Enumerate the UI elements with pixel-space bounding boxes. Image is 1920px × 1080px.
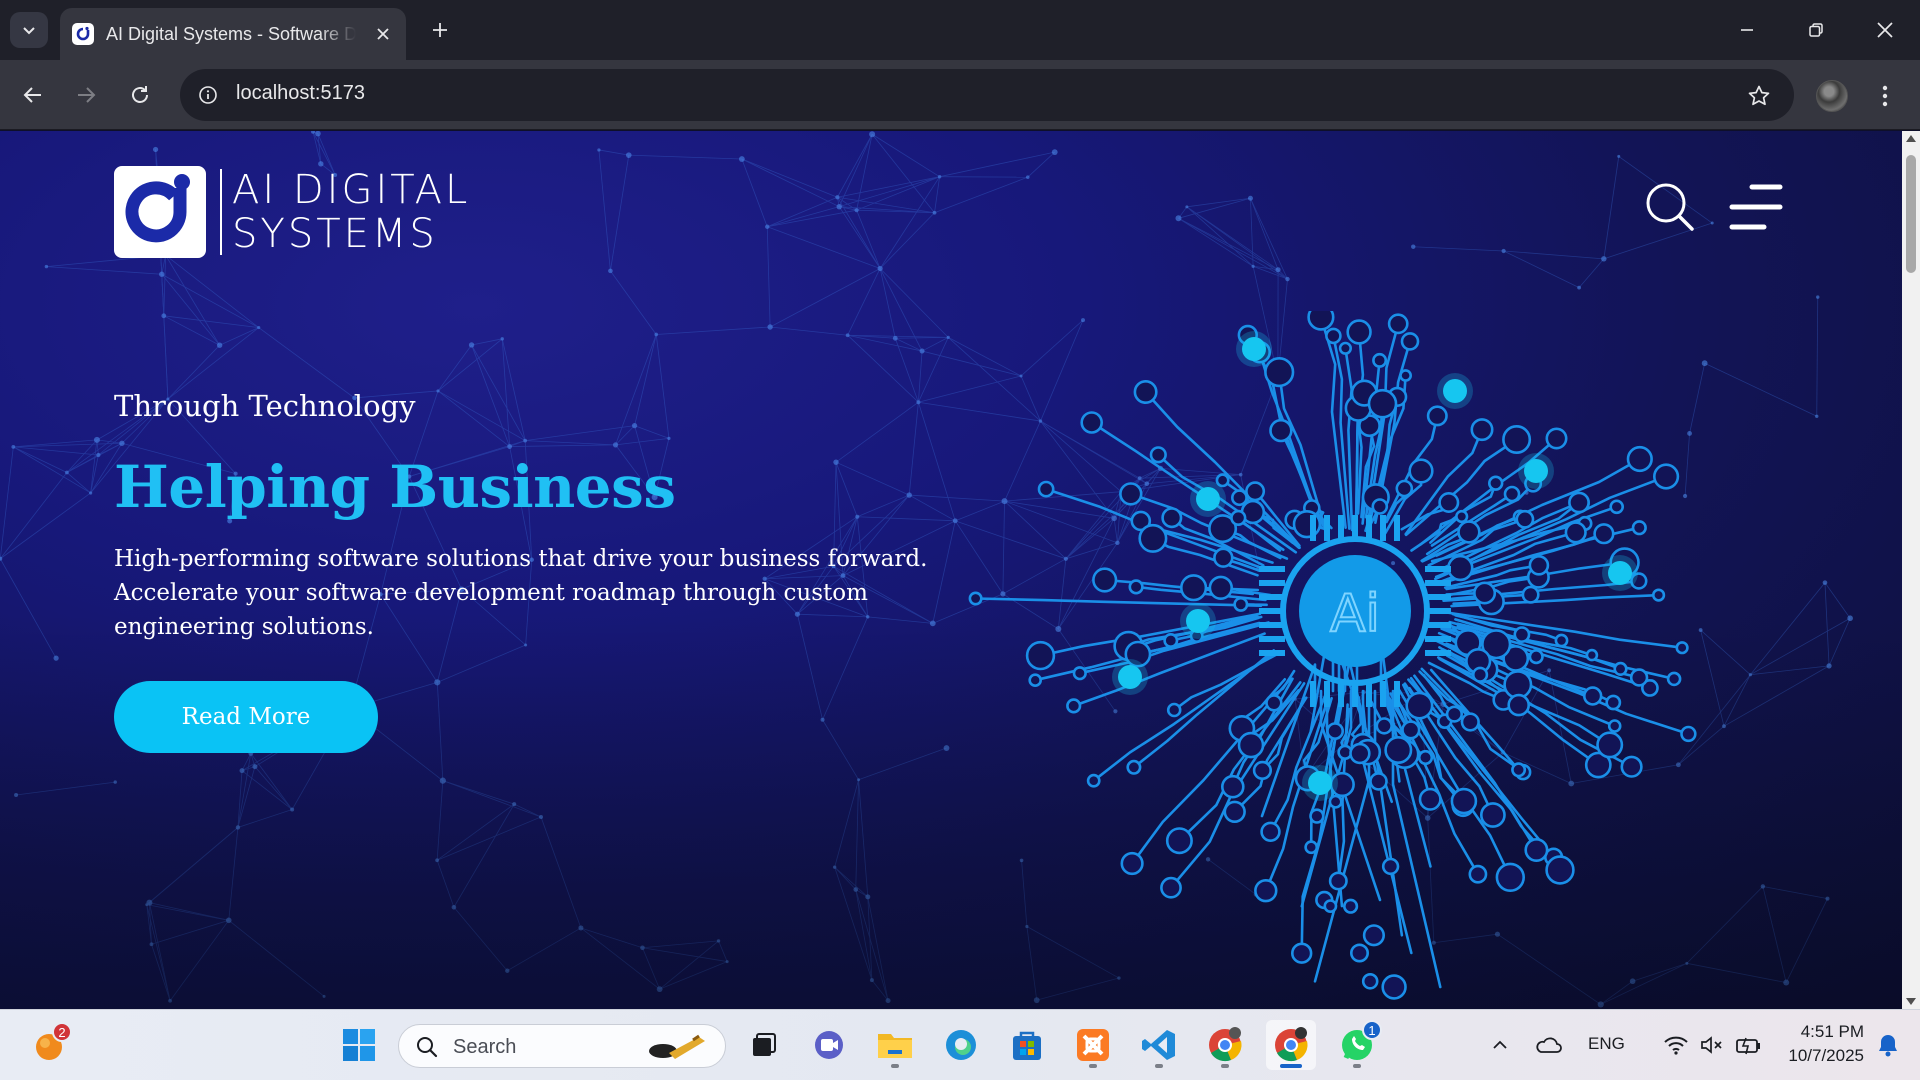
hero-kicker: Through Technology [114,389,416,423]
address-bar[interactable]: localhost:5173 [180,69,1794,121]
reload-icon[interactable] [122,77,158,113]
browser-tab-strip: AI Digital Systems - Software Developmen… [0,0,1920,60]
chrome-profile-icon[interactable] [1266,1020,1316,1070]
header-search-icon[interactable] [1644,181,1696,233]
browser-tab-active[interactable]: AI Digital Systems - Software Developmen… [60,8,406,60]
page-viewport: AI DIGITAL SYSTEMS Through Technology He… [0,131,1902,1009]
tab-title: AI Digital Systems - Software Developmen… [106,23,356,44]
logo-mark-icon [114,166,206,258]
whatsapp-icon[interactable]: 1 [1332,1020,1382,1070]
profile-avatar[interactable] [1816,80,1848,112]
network-volume-battery-tray[interactable] [1638,1020,1788,1070]
logo-divider [220,169,222,255]
clock-time[interactable]: 4:51 PM [1790,1022,1864,1042]
logo-text-line1: AI DIGITAL [232,167,471,213]
new-tab-plus-icon[interactable] [424,14,456,46]
restore-window-icon[interactable] [1793,10,1839,50]
ai-circuit-brain-illustration: Ai [968,311,1697,1000]
page-scrollbar[interactable] [1902,131,1920,1009]
scroll-down-arrow-icon[interactable] [1906,998,1916,1005]
teams-icon[interactable] [804,1020,854,1070]
volume-muted-icon [1701,1036,1722,1054]
hamburger-menu-icon[interactable] [1728,183,1784,231]
weather-widget-icon[interactable]: 2 [24,1020,74,1070]
search-highlight-hockey-icon [649,1034,705,1059]
browser-toolbar: localhost:5173 [0,60,1920,130]
minimize-window-icon[interactable] [1724,10,1770,50]
vscode-icon[interactable] [1134,1020,1184,1070]
site-logo[interactable]: AI DIGITAL SYSTEMS [114,166,470,258]
chrome-icon[interactable] [1200,1020,1250,1070]
logo-text-line2: SYSTEMS [232,211,438,257]
site-favicon-icon [72,23,94,45]
edge-icon[interactable] [936,1020,986,1070]
microsoft-store-icon[interactable] [1002,1020,1052,1070]
close-window-icon[interactable] [1862,10,1908,50]
xampp-icon[interactable] [1068,1020,1118,1070]
file-explorer-icon[interactable] [870,1020,920,1070]
url-text: localhost:5173 [236,82,365,104]
battery-charging-icon [1736,1037,1760,1055]
language-indicator[interactable]: ENG [1588,1034,1625,1054]
windows-start-icon[interactable] [334,1020,384,1070]
windows-taskbar: 2 Search 1 ENG 4:51 PM 10/7/2025 [0,1009,1920,1080]
task-view-icon[interactable] [738,1020,788,1070]
tab-search-button[interactable] [10,12,48,48]
search-icon [417,1037,438,1058]
clock-date[interactable]: 10/7/2025 [1770,1046,1864,1066]
taskbar-search-box[interactable]: Search [398,1024,726,1068]
hero-headline: Helping Business [114,453,676,521]
ai-chip-label: Ai [1330,584,1380,644]
scroll-up-arrow-icon[interactable] [1906,135,1916,142]
site-info-icon[interactable] [192,79,224,111]
hero-description: High-performing software solutions that … [114,546,928,640]
onedrive-cloud-icon[interactable] [1524,1020,1572,1070]
scrollbar-thumb[interactable] [1906,155,1916,273]
bookmark-star-icon[interactable] [1744,81,1774,111]
widgets-badge: 2 [52,1022,72,1042]
notification-bell-icon[interactable] [1866,1020,1910,1070]
forward-arrow-icon[interactable] [68,77,104,113]
taskbar-search-placeholder: Search [453,1036,517,1058]
show-hidden-icons-chevron-icon[interactable] [1476,1020,1524,1070]
browser-menu-icon[interactable] [1870,78,1900,114]
wifi-icon [1664,1036,1688,1055]
close-tab-icon[interactable] [370,21,396,47]
whatsapp-badge: 1 [1362,1020,1382,1040]
back-arrow-icon[interactable] [15,77,51,113]
chevron-down-icon [23,27,35,35]
read-more-button[interactable]: Read More [114,681,378,753]
